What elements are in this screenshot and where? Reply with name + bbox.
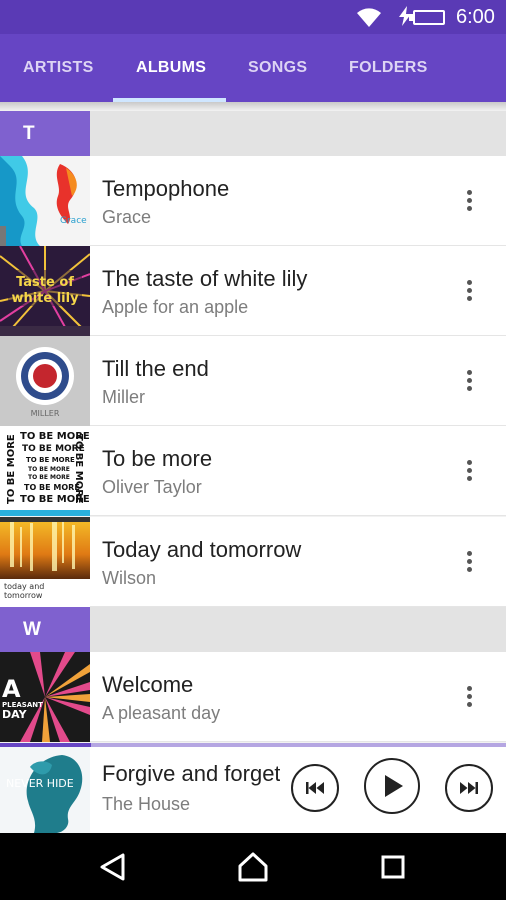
svg-text:MILLER: MILLER <box>31 409 60 418</box>
album-title: Till the end <box>102 356 209 381</box>
previous-button[interactable] <box>291 764 339 812</box>
now-playing-art: NEVER HIDE <box>0 747 90 833</box>
album-art: MILLER <box>0 336 90 426</box>
section-letter: T <box>0 111 90 156</box>
now-playing-title: Forgive and forget <box>102 761 280 786</box>
more-options-icon[interactable] <box>450 676 490 718</box>
svg-text:TO BE MORE: TO BE MORE <box>6 434 17 504</box>
album-artist: Wilson <box>102 568 157 588</box>
now-playing-artist: The House <box>102 794 191 814</box>
svg-text:TO BE MORE: TO BE MORE <box>28 474 70 481</box>
more-options-icon[interactable] <box>450 450 490 492</box>
home-icon[interactable] <box>236 850 270 884</box>
svg-text:TO BE MORE: TO BE MORE <box>24 483 80 492</box>
svg-text:A: A <box>2 675 21 703</box>
album-title: Tempophone <box>102 176 230 201</box>
album-art: A PLEASANT DAY <box>0 652 90 742</box>
play-button[interactable] <box>364 758 420 814</box>
album-row-till-the-end[interactable]: MILLER Till the end Miller <box>0 336 506 426</box>
tab-artists[interactable]: ARTISTS <box>23 34 94 102</box>
tab-songs[interactable]: SONGS <box>248 34 307 102</box>
svg-text:today and: today and <box>4 582 44 591</box>
album-art: Taste of white lily <box>0 246 90 336</box>
next-button[interactable] <box>445 764 493 812</box>
svg-text:Taste of: Taste of <box>16 275 74 290</box>
navigation-bar <box>0 833 506 900</box>
status-time: 6:00 <box>456 6 495 28</box>
more-options-icon[interactable] <box>450 270 490 312</box>
svg-text:Grace: Grace <box>60 216 87 226</box>
tab-albums[interactable]: ALBUMS <box>136 34 206 102</box>
album-artist: Apple for an apple <box>102 297 249 317</box>
album-title: Today and tomorrow <box>102 537 302 562</box>
tab-shadow <box>0 102 506 111</box>
album-title: To be more <box>102 446 213 471</box>
svg-text:NEVER HIDE: NEVER HIDE <box>6 777 74 790</box>
album-title: Welcome <box>102 672 194 697</box>
back-icon[interactable] <box>96 850 130 884</box>
album-row-today-and-tomorrow[interactable]: today and tomorrow Today and tomorrow Wi… <box>0 517 506 607</box>
svg-text:white lily: white lily <box>11 291 79 306</box>
svg-text:tomorrow: tomorrow <box>4 591 43 600</box>
section-letter: W <box>0 607 90 652</box>
battery-icon <box>413 10 445 25</box>
tab-folders[interactable]: FOLDERS <box>349 34 428 102</box>
section-header-w: W <box>0 607 506 652</box>
playback-progress-fill <box>0 743 92 747</box>
album-artist: Miller <box>102 387 145 407</box>
album-row-tempophone[interactable]: Grace Tempophone Grace <box>0 156 506 246</box>
album-artist: Oliver Taylor <box>102 477 202 497</box>
section-header-t: T <box>0 111 506 156</box>
more-options-icon[interactable] <box>450 180 490 222</box>
play-icon <box>385 775 403 797</box>
album-row-taste-of-white-lily[interactable]: Taste of white lily The taste of white l… <box>0 246 506 336</box>
skip-previous-icon <box>306 782 324 794</box>
album-row-welcome[interactable]: A PLEASANT DAY Welcome A pleasant day <box>0 652 506 742</box>
album-art: TO BE MORE TO BE MORE TO BE MORE TO BE M… <box>0 426 90 516</box>
skip-next-icon <box>460 782 478 794</box>
svg-text:TO BE MORE: TO BE MORE <box>28 466 70 473</box>
status-bar: 6:00 <box>0 0 506 34</box>
album-artist: Grace <box>102 207 152 227</box>
recents-icon[interactable] <box>376 850 410 884</box>
tab-bar: ARTISTS ALBUMS SONGS FOLDERS <box>0 34 506 102</box>
more-options-icon[interactable] <box>450 360 490 402</box>
album-artist: A pleasant day <box>102 703 221 723</box>
wifi-icon <box>357 8 381 27</box>
more-options-icon[interactable] <box>450 541 490 583</box>
svg-text:DAY: DAY <box>2 708 28 721</box>
album-row-to-be-more[interactable]: TO BE MORE TO BE MORE TO BE MORE TO BE M… <box>0 426 506 516</box>
now-playing-bar[interactable]: NEVER HIDE Forgive and forget The House <box>0 743 506 833</box>
album-art: today and tomorrow <box>0 517 90 607</box>
svg-text:TO BE MORE: TO BE MORE <box>73 434 84 504</box>
album-art: Grace <box>0 156 90 246</box>
svg-text:TO BE MORE: TO BE MORE <box>26 456 75 464</box>
album-title: The taste of white lily <box>102 266 308 291</box>
